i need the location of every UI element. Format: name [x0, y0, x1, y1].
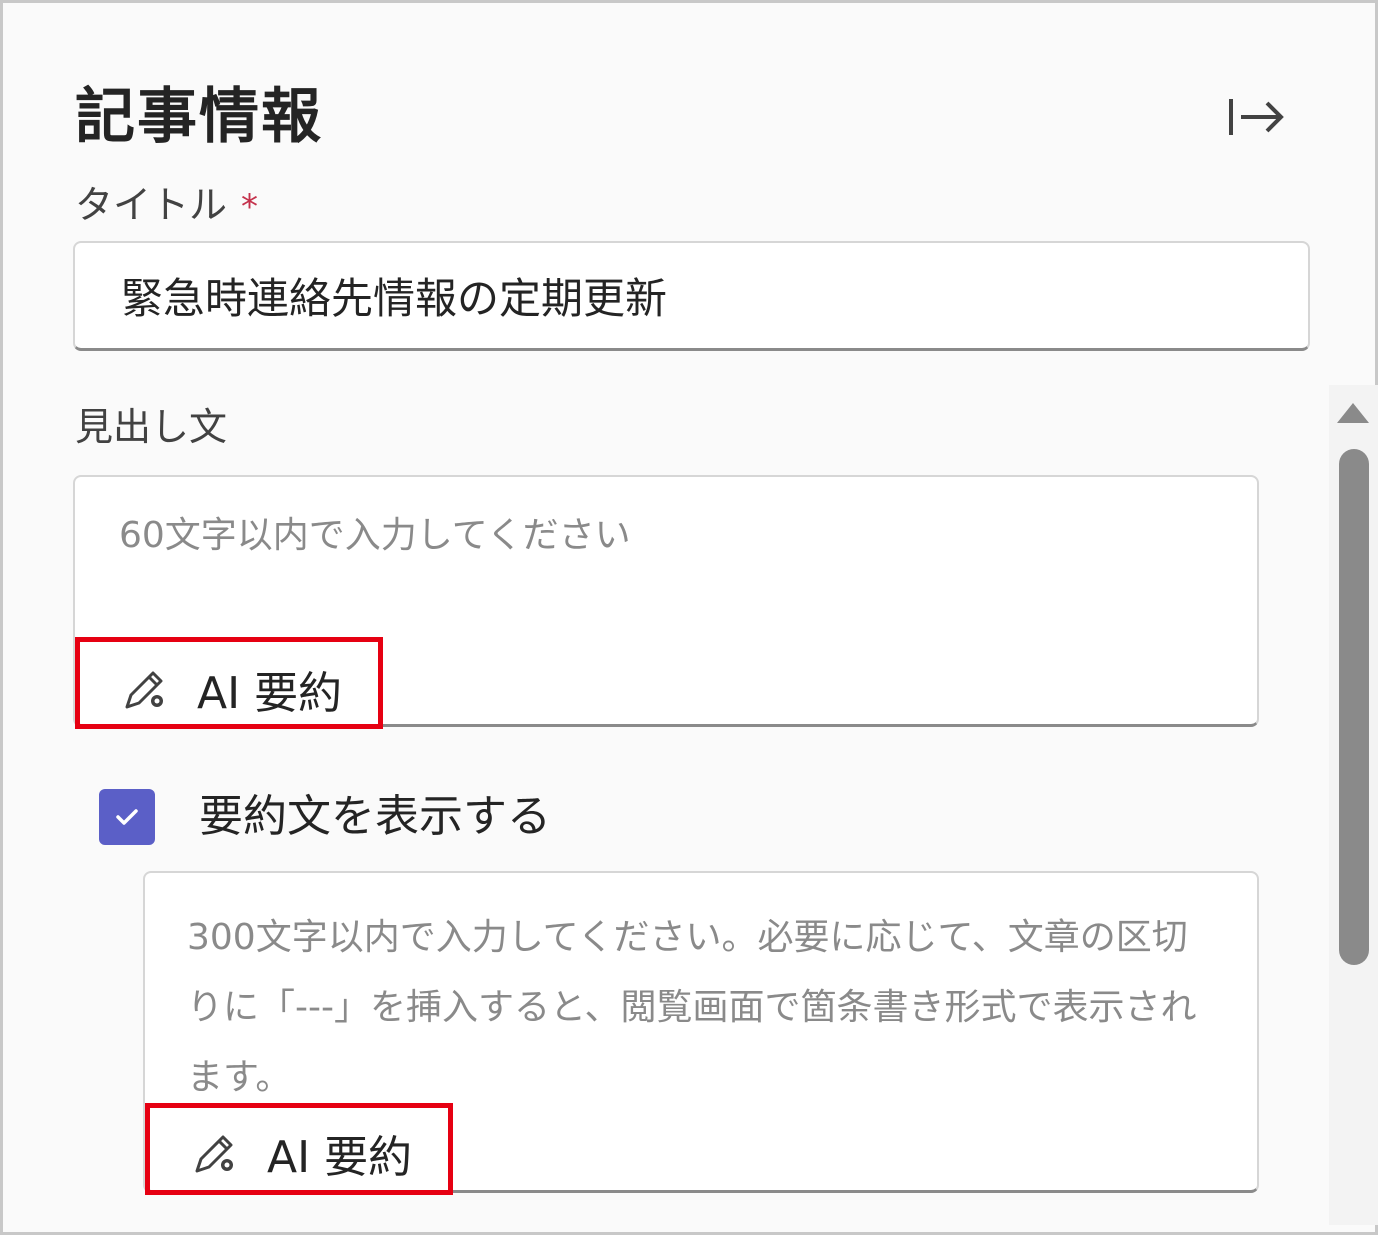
summary-ai-summary-button[interactable]: AI 要約 [189, 1121, 412, 1185]
summary-textarea[interactable]: 300文字以内で入力してください。必要に応じて、文章の区切りに「---」を挿入す… [143, 871, 1259, 1193]
show-summary-checkbox[interactable] [99, 789, 155, 845]
article-info-panel: 記事情報 タイトル * 見出し文 60文字以内で入力してください AI 要約 [0, 0, 1378, 1235]
lead-placeholder: 60文字以内で入力してください [119, 515, 631, 556]
scroll-up-button[interactable] [1335, 399, 1371, 427]
title-label-text: タイトル [75, 183, 228, 227]
collapse-panel-button[interactable] [1221, 91, 1289, 143]
title-input[interactable] [73, 241, 1310, 351]
checkmark-icon [116, 809, 138, 825]
title-label: タイトル * [75, 181, 258, 231]
caret-up-icon [1337, 403, 1369, 423]
panel-heading: 記事情報 [75, 82, 323, 152]
pen-sparkle-icon [125, 671, 163, 709]
summary-ai-summary-label: AI 要約 [267, 1132, 413, 1183]
lead-label: 見出し文 [75, 405, 228, 449]
pen-sparkle-icon [195, 1135, 233, 1173]
lead-textarea[interactable]: 60文字以内で入力してください AI 要約 [73, 475, 1259, 727]
lead-ai-summary-button[interactable]: AI 要約 [119, 657, 342, 721]
arrow-right-to-panel-icon [1229, 99, 1284, 135]
show-summary-label: 要約文を表示する [199, 791, 551, 842]
show-summary-toggle[interactable]: 要約文を表示する [99, 787, 551, 847]
scrollbar-thumb[interactable] [1339, 449, 1369, 965]
required-mark: * [241, 187, 259, 227]
lead-ai-summary-label: AI 要約 [197, 668, 343, 719]
summary-placeholder: 300文字以内で入力してください。必要に応じて、文章の区切りに「---」を挿入す… [187, 917, 1197, 1098]
